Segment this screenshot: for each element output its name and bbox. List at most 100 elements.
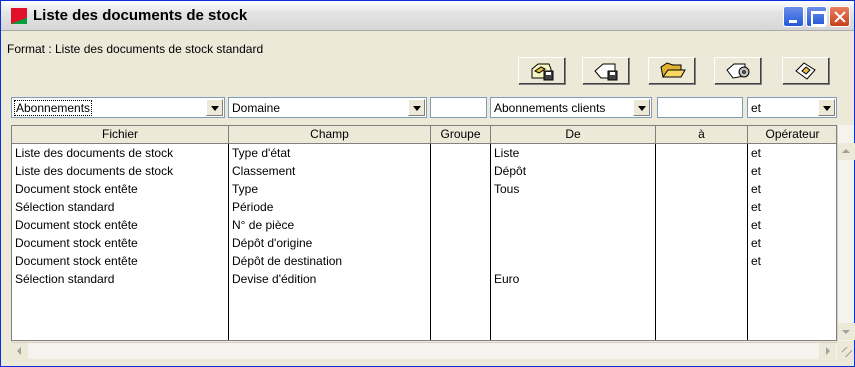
cell-fichier: Document stock entête bbox=[15, 182, 138, 196]
save-as-button[interactable] bbox=[582, 57, 630, 85]
cell-groupe bbox=[431, 253, 490, 271]
col-header-a[interactable]: à bbox=[656, 126, 748, 144]
col-header-fichier[interactable]: Fichier bbox=[12, 126, 229, 144]
cell-operateur: et bbox=[751, 200, 762, 214]
scroll-down-icon[interactable] bbox=[838, 323, 855, 340]
cell-groupe bbox=[431, 181, 490, 199]
cell-champ: Période bbox=[232, 200, 274, 214]
cell-champ: N° de pièce bbox=[232, 218, 295, 232]
scroll-up-icon[interactable] bbox=[838, 143, 855, 160]
cell-champ: Classement bbox=[232, 164, 296, 178]
close-button[interactable] bbox=[829, 6, 850, 27]
table-row[interactable]: Document stock entête Dépôt d'origine et bbox=[12, 235, 836, 253]
cell-champ: Dépôt de destination bbox=[232, 254, 343, 268]
horizontal-scrollbar[interactable] bbox=[11, 342, 837, 360]
scroll-right-icon[interactable] bbox=[819, 343, 836, 360]
cell-de: Liste bbox=[494, 146, 520, 160]
cell-fichier: Sélection standard bbox=[15, 200, 115, 214]
criteria-grid[interactable]: Fichier Champ Groupe De à Opérateur List… bbox=[11, 125, 837, 341]
cell-fichier: Document stock entête bbox=[15, 218, 138, 232]
cell-champ: Type bbox=[232, 182, 259, 196]
cell-groupe bbox=[431, 271, 490, 289]
settings-button[interactable] bbox=[714, 57, 762, 85]
cell-groupe bbox=[431, 145, 490, 163]
window-title: Liste des documents de stock bbox=[33, 7, 248, 24]
field-select-value: Domaine bbox=[232, 101, 281, 115]
from-select-value: Abonnements clients bbox=[494, 101, 606, 115]
cell-operateur: et bbox=[751, 218, 762, 232]
resize-grip-icon[interactable] bbox=[837, 342, 854, 359]
cell-fichier: Liste des documents de stock bbox=[15, 146, 174, 160]
cell-a bbox=[656, 145, 747, 163]
file-select[interactable]: Abonnements bbox=[11, 97, 225, 118]
cell-operateur: et bbox=[751, 254, 762, 268]
save-button[interactable] bbox=[518, 57, 566, 85]
cell-fichier: Document stock entête bbox=[15, 254, 138, 268]
open-button[interactable] bbox=[648, 57, 696, 85]
app-icon bbox=[11, 8, 27, 24]
window: Liste des documents de stock Format : Li… bbox=[0, 0, 855, 367]
filter-row: Abonnements Domaine Abonnements clients … bbox=[1, 95, 854, 121]
title-bar[interactable]: Liste des documents de stock bbox=[1, 1, 854, 31]
cell-groupe bbox=[431, 217, 490, 235]
cell-operateur bbox=[748, 271, 836, 289]
apply-icon bbox=[795, 62, 816, 80]
operator-select-value: et bbox=[751, 101, 762, 115]
format-label: Format : Liste des documents de stock st… bbox=[7, 42, 264, 56]
maximize-button[interactable] bbox=[806, 6, 827, 27]
table-row[interactable]: Sélection standard Période et bbox=[12, 199, 836, 217]
save-as-icon bbox=[594, 63, 618, 81]
table-row[interactable]: Document stock entête Type Tous et bbox=[12, 181, 836, 199]
col-header-de[interactable]: De bbox=[491, 126, 656, 144]
operator-select[interactable]: et bbox=[747, 97, 837, 118]
cell-groupe bbox=[431, 199, 490, 217]
cell-fichier: Document stock entête bbox=[15, 236, 138, 250]
chevron-down-icon[interactable] bbox=[408, 99, 425, 116]
cell-de: Dépôt bbox=[494, 164, 527, 178]
field-select[interactable]: Domaine bbox=[228, 97, 427, 118]
vertical-scrollbar[interactable] bbox=[837, 125, 855, 341]
cell-a bbox=[656, 217, 747, 235]
col-header-groupe[interactable]: Groupe bbox=[431, 126, 491, 144]
scroll-left-icon[interactable] bbox=[11, 343, 28, 360]
cell-champ: Type d'état bbox=[232, 146, 291, 160]
cell-groupe bbox=[431, 235, 490, 253]
cell-a bbox=[656, 199, 747, 217]
cell-a bbox=[656, 235, 747, 253]
cell-de bbox=[491, 235, 655, 253]
cell-operateur: et bbox=[751, 146, 762, 160]
table-row[interactable]: Document stock entête Dépôt de destinati… bbox=[12, 253, 836, 271]
col-header-champ[interactable]: Champ bbox=[229, 126, 431, 144]
minimize-button[interactable] bbox=[783, 6, 804, 27]
settings-icon bbox=[726, 63, 750, 79]
cell-groupe bbox=[431, 163, 490, 181]
chevron-down-icon[interactable] bbox=[633, 99, 650, 116]
cell-operateur: et bbox=[751, 164, 762, 178]
format-bar: Format : Liste des documents de stock st… bbox=[1, 32, 854, 89]
cell-de: Tous bbox=[494, 182, 520, 196]
open-folder-icon bbox=[660, 62, 686, 78]
col-header-operateur[interactable]: Opérateur bbox=[748, 126, 836, 144]
to-input[interactable] bbox=[657, 97, 743, 118]
cell-a bbox=[656, 253, 747, 271]
chevron-down-icon[interactable] bbox=[206, 99, 223, 116]
table-row[interactable]: Document stock entête N° de pièce et bbox=[12, 217, 836, 235]
cell-champ: Dépôt d'origine bbox=[232, 236, 313, 250]
file-select-value: Abonnements bbox=[14, 100, 93, 116]
from-select[interactable]: Abonnements clients bbox=[490, 97, 652, 118]
cell-fichier: Sélection standard bbox=[15, 272, 115, 286]
cell-operateur: et bbox=[751, 236, 762, 250]
table-row[interactable]: Liste des documents de stock Type d'état… bbox=[12, 145, 836, 163]
cell-operateur: et bbox=[751, 182, 762, 196]
cell-champ: Devise d'édition bbox=[232, 272, 317, 286]
grid-header: Fichier Champ Groupe De à Opérateur bbox=[12, 126, 836, 144]
cell-de bbox=[491, 199, 655, 217]
cell-de bbox=[491, 253, 655, 271]
apply-button[interactable] bbox=[782, 57, 830, 85]
cell-de: Euro bbox=[494, 272, 520, 286]
table-row[interactable]: Liste des documents de stock Classement … bbox=[12, 163, 836, 181]
cell-a bbox=[656, 181, 747, 199]
table-row[interactable]: Sélection standard Devise d'édition Euro bbox=[12, 271, 836, 289]
chevron-down-icon[interactable] bbox=[818, 99, 835, 116]
group-input[interactable] bbox=[430, 97, 487, 118]
